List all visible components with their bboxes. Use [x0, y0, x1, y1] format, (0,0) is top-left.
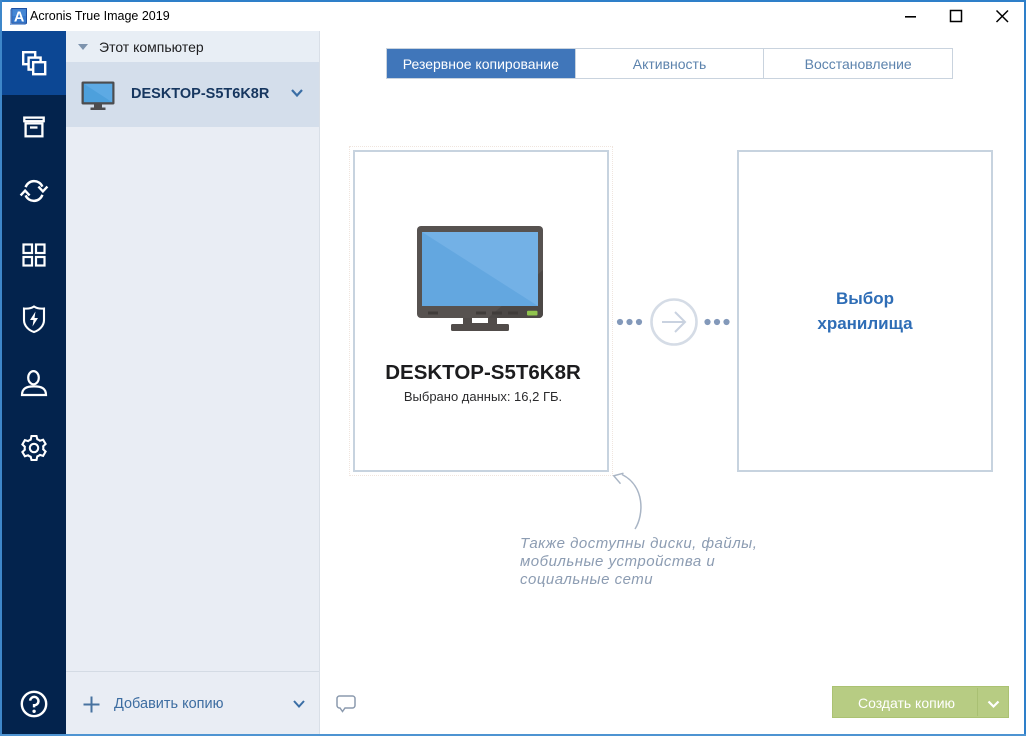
svg-text:A: A [14, 10, 25, 25]
